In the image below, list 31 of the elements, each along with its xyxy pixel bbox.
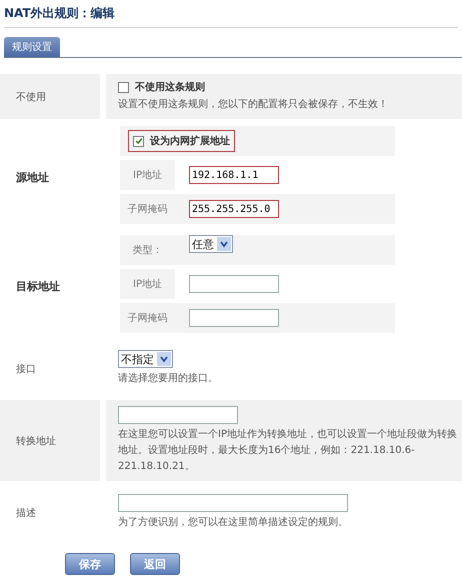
hint-text: 设置不使用这条规则，您以下的配置将只会被保存，不生效！ [118,98,389,112]
input-field[interactable] [189,275,279,293]
row-label: 不使用 [16,90,46,104]
checkbox[interactable] [118,82,129,92]
input-field[interactable]: 255.255.255.0 [189,200,279,218]
input-field[interactable]: 192.168.1.1 [189,166,279,184]
page-title: NAT外出规则：编辑 [3,5,116,22]
field-label: 类型： [132,244,162,257]
row-label: 描述 [16,506,36,520]
input-field[interactable] [189,309,279,327]
input-field[interactable] [118,494,348,512]
field-label: IP地址 [133,278,162,291]
checkbox[interactable] [133,136,144,146]
dropdown[interactable]: 不指定 [118,350,173,368]
caret-icon[interactable] [157,352,171,366]
row-label: 转换地址 [16,434,56,448]
field-label: 子网掩码 [128,312,168,325]
row-label: 接口 [16,362,36,376]
row-label: 目标地址 [16,278,60,294]
hint-text: 为了方便识别，您可以在这里简单描述设定的规则。 [118,516,349,530]
hint-text: 请选择您要用的接口。 [118,372,219,386]
checkbox-label: 不使用这条规则 [135,80,205,94]
field-label: IP地址 [133,168,162,182]
tab[interactable]: 规则设置 [4,37,60,57]
checkbox-label: 设为内网扩展地址 [150,134,230,148]
dropdown[interactable]: 任意 [189,235,233,253]
row-label: 源地址 [16,170,49,184]
field-label: 子网掩码 [128,203,168,216]
input-field[interactable] [118,406,238,424]
hint-text: 在这里您可以设置一个IP地址作为转换地址，也可以设置一个地址段做为转换地址。设置地址段时，最大长度为16个地址，例如：221.18.10.6-221.18.10.21。 [118,428,458,474]
caret-icon[interactable] [217,237,231,251]
